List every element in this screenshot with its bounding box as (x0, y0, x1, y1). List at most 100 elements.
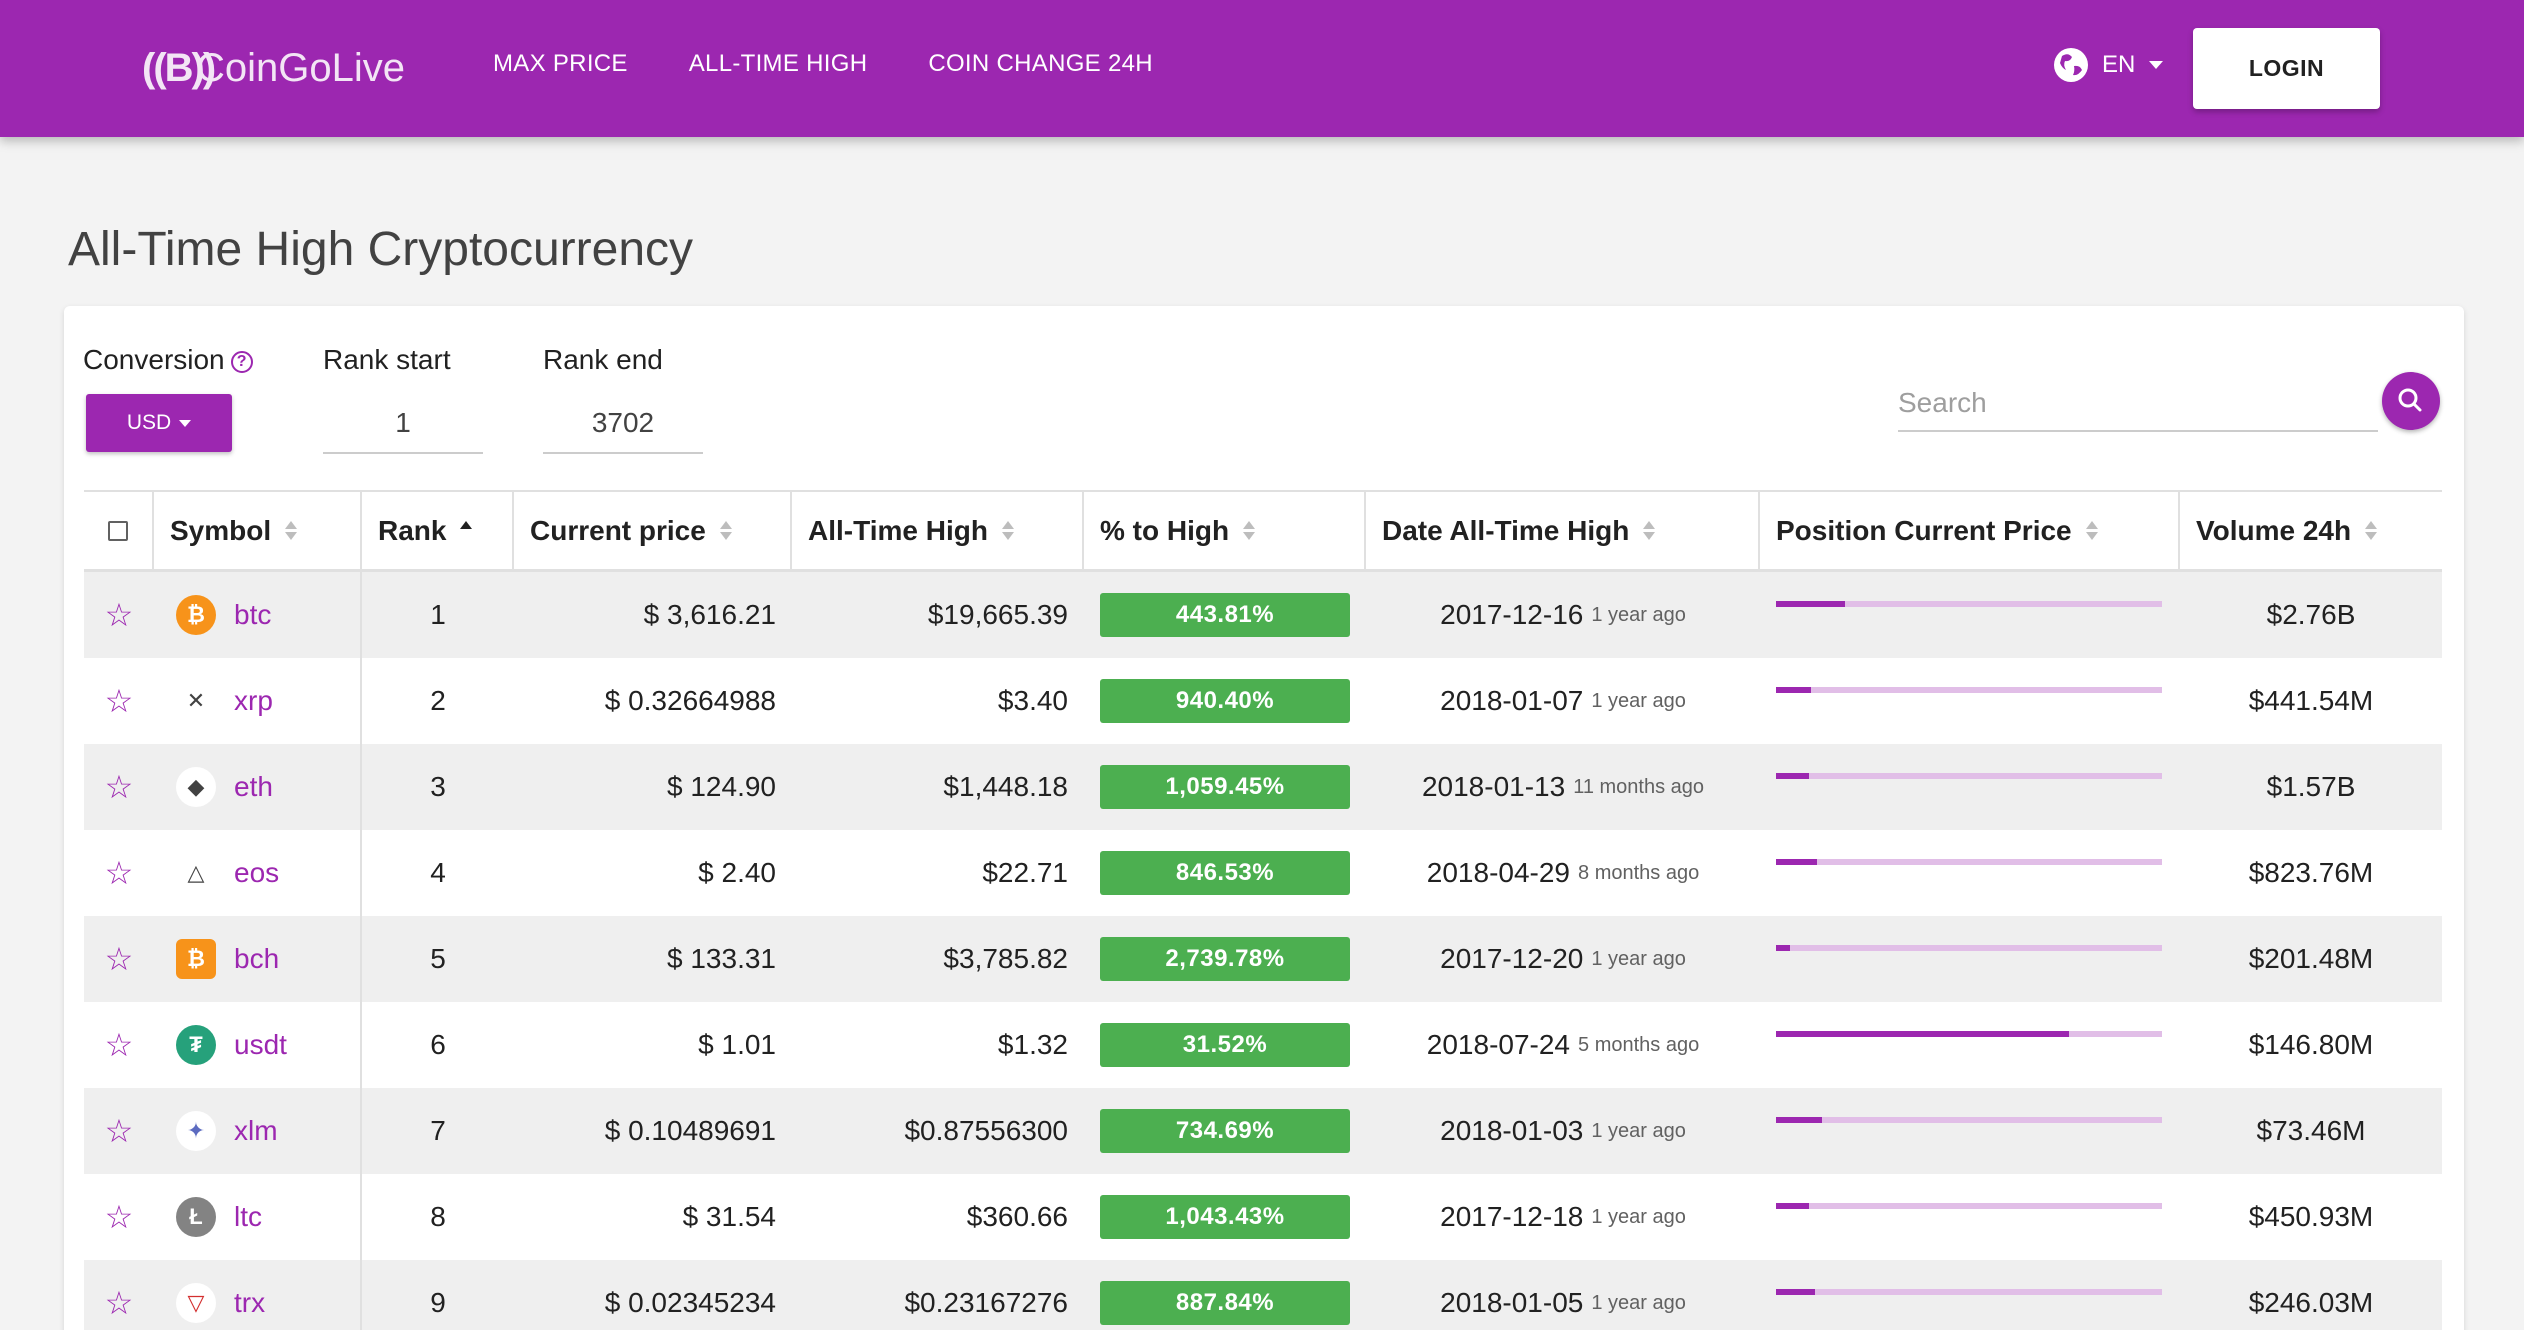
pct-badge: 2,739.78% (1100, 937, 1350, 981)
position-bar (1776, 601, 2162, 607)
nav-all-time-high[interactable]: ALL-TIME HIGH (689, 50, 868, 78)
star-icon[interactable]: ☆ (99, 854, 139, 892)
ath-cell: $360.66 (966, 1201, 1068, 1232)
select-all-checkbox[interactable] (108, 520, 128, 541)
col-position-label: Position Current Price (1776, 514, 2072, 546)
symbol-link[interactable]: trx (234, 1287, 265, 1319)
position-bar (1776, 1203, 2162, 1209)
table-row[interactable]: ☆ ✦ xlm 7 $ 0.10489691 $0.87556300 734.6… (84, 1088, 2442, 1174)
col-all-time-high-label: All-Time High (808, 514, 988, 546)
ath-ago: 8 months ago (1578, 861, 1700, 884)
col-volume[interactable]: Volume 24h (2180, 492, 2442, 569)
position-bar-fill (1776, 601, 1846, 607)
table-body: ☆ ₿ btc 1 $ 3,616.21 $19,665.39 443.81% … (84, 572, 2442, 1330)
help-icon[interactable]: ? (230, 350, 253, 373)
conversion-dropdown[interactable]: USD (86, 394, 232, 452)
rank-cell: 7 (430, 1115, 446, 1146)
table-row[interactable]: ☆ ◆ eth 3 $ 124.90 $1,448.18 1,059.45% 2… (84, 744, 2442, 830)
star-icon[interactable]: ☆ (99, 768, 139, 806)
rank-cell: 3 (430, 771, 446, 802)
star-cell: ☆ (84, 916, 154, 1002)
language-selector[interactable]: EN (2054, 48, 2164, 82)
sort-icon (1643, 520, 1656, 541)
symbol-link[interactable]: eos (234, 857, 279, 889)
symbol-link[interactable]: xlm (234, 1115, 278, 1147)
table-row[interactable]: ☆ ✕ xrp 2 $ 0.32664988 $3.40 940.40% 201… (84, 658, 2442, 744)
ath-cell: $3.40 (997, 685, 1068, 716)
sort-icon (2365, 520, 2378, 541)
symbol-cell: ₮ usdt (154, 1002, 362, 1088)
conversion-label-text: Conversion (83, 344, 225, 375)
star-icon[interactable]: ☆ (99, 1026, 139, 1064)
ath-ago: 1 year ago (1591, 1291, 1686, 1314)
brand[interactable]: ((B)) CoinGoLive (142, 36, 405, 100)
symbol-cell: ₿ btc (154, 572, 362, 658)
col-symbol[interactable]: Symbol (154, 492, 362, 569)
table-row[interactable]: ☆ ₿ bch 5 $ 133.31 $3,785.82 2,739.78% 2… (84, 916, 2442, 1002)
table-row[interactable]: ☆ ₮ usdt 6 $ 1.01 $1.32 31.52% 2018-07-2… (84, 1002, 2442, 1088)
login-button[interactable]: LOGIN (2193, 28, 2380, 109)
ath-cell: $1,448.18 (943, 771, 1068, 802)
symbol-link[interactable]: eth (234, 771, 273, 803)
star-icon[interactable]: ☆ (99, 1198, 139, 1236)
volume-cell: $246.03M (2248, 1287, 2374, 1318)
rank-cell: 5 (430, 943, 446, 974)
star-icon[interactable]: ☆ (99, 940, 139, 978)
position-bar-fill (1776, 1289, 1815, 1295)
search-icon (2398, 388, 2422, 412)
current-price-cell: $ 3,616.21 (643, 599, 776, 630)
star-icon[interactable]: ☆ (99, 596, 139, 634)
col-all-time-high[interactable]: All-Time High (792, 492, 1084, 569)
position-bar (1776, 859, 2162, 865)
table-row[interactable]: ☆ ₿ btc 1 $ 3,616.21 $19,665.39 443.81% … (84, 572, 2442, 658)
col-date-ath[interactable]: Date All-Time High (1366, 492, 1760, 569)
current-price-cell: $ 0.02345234 (604, 1287, 776, 1318)
rank-end-input[interactable] (543, 394, 703, 454)
pct-badge: 846.53% (1100, 851, 1350, 895)
nav-coin-change-24h[interactable]: COIN CHANGE 24H (928, 50, 1153, 78)
table-row[interactable]: ☆ ▽ trx 9 $ 0.02345234 $0.23167276 887.8… (84, 1260, 2442, 1330)
table-row[interactable]: ☆ Ł ltc 8 $ 31.54 $360.66 1,043.43% 2017… (84, 1174, 2442, 1260)
star-cell: ☆ (84, 1260, 154, 1330)
table-row[interactable]: ☆ △ eos 4 $ 2.40 $22.71 846.53% 2018-04-… (84, 830, 2442, 916)
nav-max-price[interactable]: MAX PRICE (493, 50, 628, 78)
star-icon[interactable]: ☆ (99, 1112, 139, 1150)
star-cell: ☆ (84, 744, 154, 830)
symbol-link[interactable]: btc (234, 599, 271, 631)
position-cell (1760, 1174, 2180, 1260)
search-button[interactable] (2382, 372, 2440, 430)
sort-asc-icon (460, 520, 473, 541)
current-price-cell: $ 0.32664988 (604, 685, 776, 716)
position-bar-fill (1776, 687, 1811, 693)
search-input[interactable] (1898, 376, 2378, 432)
star-icon[interactable]: ☆ (99, 682, 139, 720)
col-rank[interactable]: Rank (362, 492, 514, 569)
ath-ago: 1 year ago (1591, 1119, 1686, 1142)
symbol-link[interactable]: xrp (234, 685, 273, 717)
caret-down-icon (179, 419, 192, 427)
rank-cell: 8 (430, 1201, 446, 1232)
star-icon[interactable]: ☆ (99, 1284, 139, 1322)
volume-cell: $146.80M (2248, 1029, 2374, 1060)
sort-icon (1001, 520, 1014, 541)
litecoin-icon: Ł (176, 1197, 216, 1237)
ath-date: 2018-07-24 (1426, 1029, 1571, 1060)
date-cell: 2017-12-16 1 year ago (1366, 572, 1760, 658)
position-cell (1760, 1260, 2180, 1330)
pct-cell: 940.40% (1084, 658, 1366, 744)
tron-icon: ▽ (176, 1283, 216, 1323)
position-bar-fill (1776, 859, 1817, 865)
symbol-link[interactable]: ltc (234, 1201, 262, 1233)
col-current-price[interactable]: Current price (514, 492, 792, 569)
volume-cell: $441.54M (2248, 685, 2374, 716)
rank-cell: 9 (430, 1287, 446, 1318)
rank-start-input[interactable] (323, 394, 483, 454)
symbol-cell: ✦ xlm (154, 1088, 362, 1174)
symbol-link[interactable]: usdt (234, 1029, 287, 1061)
col-position[interactable]: Position Current Price (1760, 492, 2180, 569)
symbol-link[interactable]: bch (234, 943, 279, 975)
col-pct-to-high[interactable]: % to High (1084, 492, 1366, 569)
pct-badge: 31.52% (1100, 1023, 1350, 1067)
table-card: Conversion? USD Rank start Rank end Symb… (64, 306, 2464, 1330)
current-price-cell: $ 133.31 (667, 943, 776, 974)
